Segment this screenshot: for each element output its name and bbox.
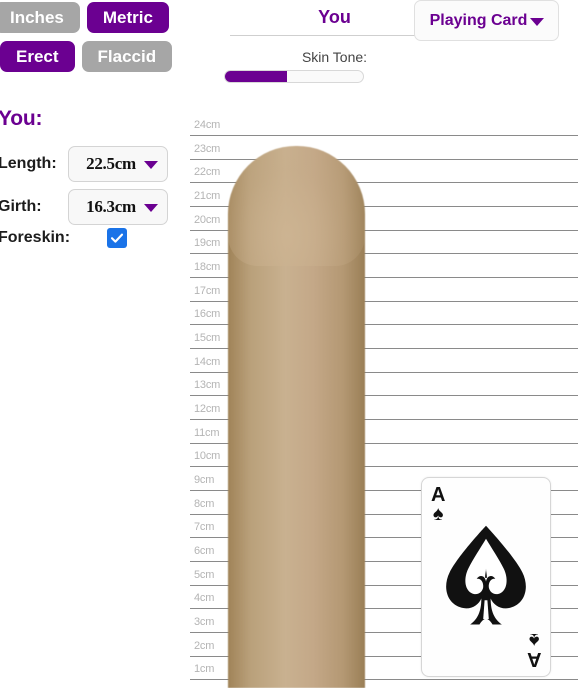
app-root: Inches Metric Erect Flaccid You: Length:… bbox=[0, 0, 578, 688]
spade-icon: ♠ bbox=[528, 629, 540, 651]
ruler-tick-label: 19cm bbox=[194, 237, 221, 250]
body-figure bbox=[228, 146, 365, 688]
unit-button-inches[interactable]: Inches bbox=[0, 2, 80, 33]
comparison-object-select[interactable]: Playing Card bbox=[414, 0, 559, 41]
ruler-tick-label: 8cm bbox=[194, 497, 215, 510]
unit-toggle-group: Inches Metric bbox=[0, 2, 169, 33]
ruler-tick-label: 18cm bbox=[194, 260, 221, 273]
ruler-tick-label: 9cm bbox=[194, 473, 215, 486]
skin-tone-label: Skin Tone: bbox=[301, 49, 368, 65]
ruler-tick-label: 15cm bbox=[194, 331, 221, 344]
ruler-tick-label: 22cm bbox=[194, 166, 221, 179]
skin-tone-slider[interactable] bbox=[224, 70, 364, 83]
length-field-row: Length: 22.5cm bbox=[0, 146, 168, 182]
ruler-tick-label: 2cm bbox=[194, 639, 215, 652]
tab-you[interactable]: You bbox=[230, 7, 439, 28]
card-corner-top-left: A ♠ bbox=[431, 485, 445, 524]
ruler-tick-label: 5cm bbox=[194, 568, 215, 581]
card-rank: A bbox=[431, 484, 446, 506]
unit-button-metric[interactable]: Metric bbox=[86, 2, 169, 33]
ruler-tick-label: 13cm bbox=[194, 379, 221, 392]
left-control-panel: Inches Metric Erect Flaccid You: Length:… bbox=[0, 0, 190, 688]
state-button-erect[interactable]: Erect bbox=[0, 41, 75, 72]
chevron-down-icon bbox=[144, 204, 158, 212]
state-button-flaccid[interactable]: Flaccid bbox=[81, 41, 173, 72]
girth-field-row: Girth: 16.3cm bbox=[0, 189, 168, 225]
state-toggle-group: Erect Flaccid bbox=[0, 41, 173, 72]
figure-glans-shading bbox=[228, 146, 365, 266]
ruler-tick-label: 23cm bbox=[194, 142, 221, 155]
ruler-tick-label: 4cm bbox=[194, 592, 215, 605]
skin-tone-slider-fill bbox=[225, 71, 288, 82]
ruler-tick-label: 24cm bbox=[194, 119, 221, 131]
playing-card-ace-of-spades: A ♠ A ♠ bbox=[421, 477, 551, 677]
ruler-gridline bbox=[190, 135, 578, 136]
ruler-tick-label: 12cm bbox=[194, 402, 221, 415]
card-corner-bottom-right: A ♠ bbox=[526, 629, 541, 670]
panel-heading: You: bbox=[0, 107, 43, 130]
ruler-tick-label: 20cm bbox=[194, 213, 221, 226]
comparison-stage: 24cm 23cm 22cm 21cm 20cm 19cm 18cm 17cm 16cm 15cm… bbox=[190, 0, 578, 688]
ruler-tick-label: 1cm bbox=[194, 663, 215, 676]
length-select[interactable]: 22.5cm bbox=[68, 146, 168, 182]
check-icon bbox=[110, 233, 124, 243]
foreskin-field-row: Foreskin: bbox=[0, 228, 127, 248]
length-label: Length: bbox=[0, 155, 57, 172]
tab-underline bbox=[230, 35, 439, 36]
ruler-tick-label: 3cm bbox=[194, 615, 215, 628]
girth-select[interactable]: 16.3cm bbox=[68, 189, 168, 225]
ruler-tick-label: 14cm bbox=[194, 355, 221, 368]
foreskin-label: Foreskin: bbox=[0, 229, 71, 246]
card-center-spade-icon bbox=[439, 522, 533, 632]
card-rank: A bbox=[526, 648, 541, 670]
girth-label: Girth: bbox=[0, 198, 42, 215]
ruler-tick-label: 6cm bbox=[194, 544, 215, 557]
ruler-tick-label: 10cm bbox=[194, 450, 221, 463]
girth-value: 16.3cm bbox=[86, 197, 136, 216]
ruler-tick-label: 17cm bbox=[194, 284, 221, 297]
chevron-down-icon bbox=[144, 161, 158, 169]
ruler-tick-label: 7cm bbox=[194, 521, 215, 534]
chevron-down-icon bbox=[530, 17, 544, 26]
ruler-tick-label: 16cm bbox=[194, 308, 221, 321]
comparison-object-value: Playing Card bbox=[429, 11, 528, 29]
ruler-tick-label: 11cm bbox=[194, 426, 220, 439]
length-value: 22.5cm bbox=[86, 154, 136, 173]
ruler-tick-label: 21cm bbox=[194, 189, 221, 202]
foreskin-checkbox[interactable] bbox=[107, 228, 127, 248]
